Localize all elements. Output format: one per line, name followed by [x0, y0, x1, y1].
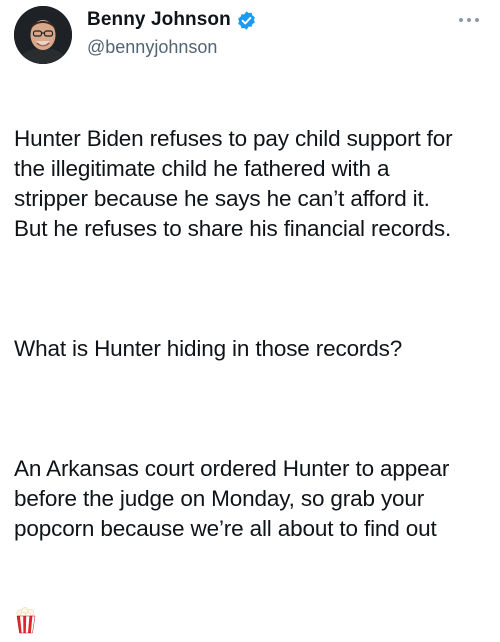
tweet: Benny Johnson @bennyjohnson Hunter Biden…	[0, 0, 500, 634]
name-row: Benny Johnson	[87, 8, 257, 32]
more-options-icon[interactable]	[456, 12, 482, 28]
user-info: Benny Johnson @bennyjohnson	[87, 8, 257, 60]
tweet-paragraph: What is Hunter hiding in those records?	[14, 336, 403, 361]
tweet-header: Benny Johnson @bennyjohnson	[14, 6, 486, 66]
avatar-photo-icon	[14, 6, 72, 64]
verified-badge-icon	[236, 10, 257, 31]
tweet-text: Hunter Biden refuses to pay child suppor…	[14, 94, 500, 634]
popcorn-icon	[14, 576, 38, 634]
tweet-paragraph: Hunter Biden refuses to pay child suppor…	[14, 126, 453, 241]
user-handle[interactable]: @bennyjohnson	[87, 34, 257, 60]
tweet-paragraph: An Arkansas court ordered Hunter to appe…	[14, 456, 450, 541]
avatar[interactable]	[14, 6, 72, 64]
display-name[interactable]: Benny Johnson	[87, 8, 231, 32]
